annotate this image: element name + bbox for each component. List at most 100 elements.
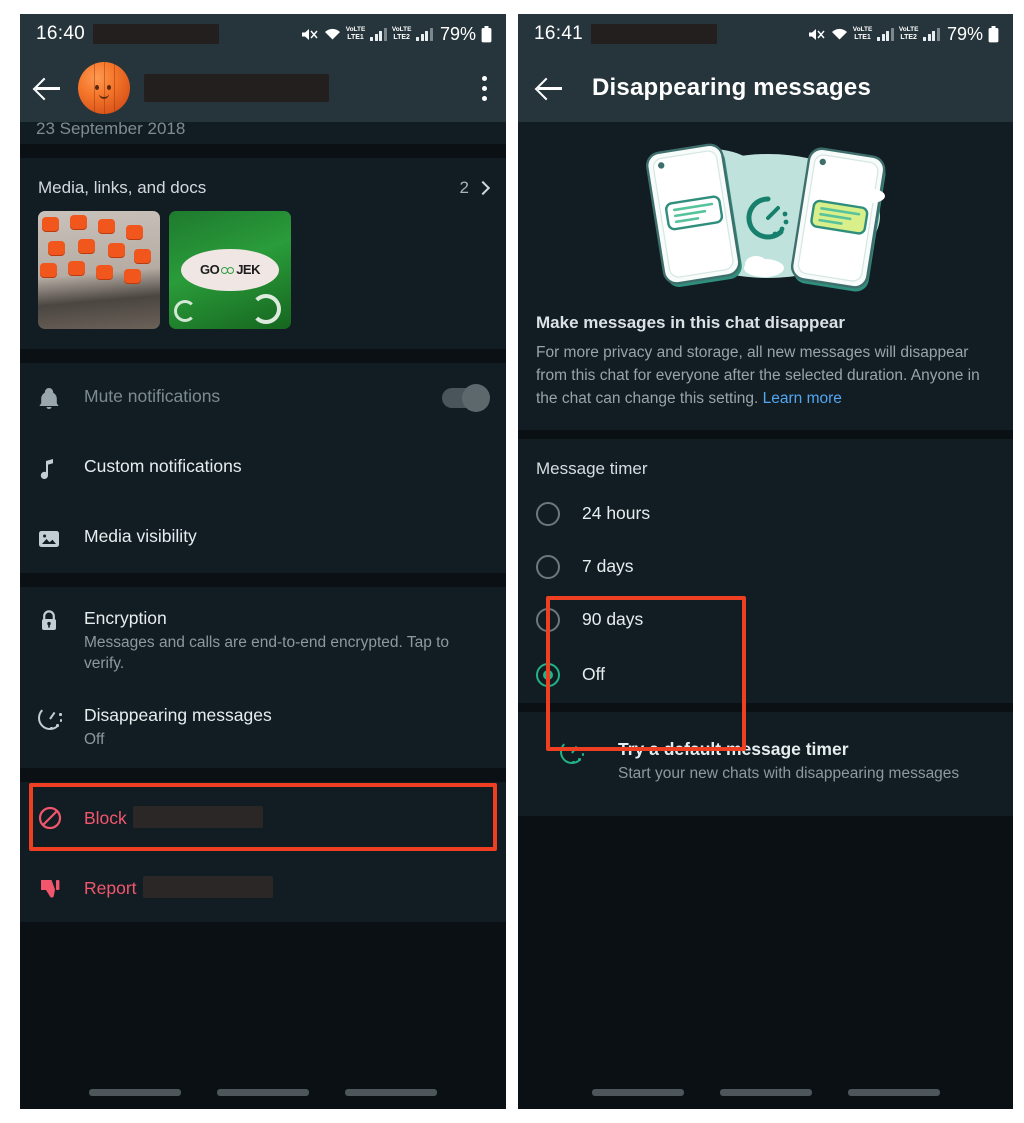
option-label: 7 days — [582, 556, 634, 576]
privacy-card: Encryption Messages and calls are end-to… — [20, 587, 506, 768]
kebab-menu-icon[interactable] — [482, 75, 488, 101]
section-gap — [20, 349, 506, 363]
timer-icon — [38, 704, 84, 730]
wifi-icon — [324, 27, 341, 41]
thumb-text-jek: JEK — [236, 262, 260, 278]
message-timer-section-title: Message timer — [536, 459, 648, 478]
mute-notifications-toggle[interactable] — [442, 384, 490, 412]
row-title: Encryption — [84, 608, 167, 628]
row-custom-notifications[interactable]: Custom notifications — [20, 433, 506, 503]
row-disappearing-messages[interactable]: Disappearing messages Off — [20, 688, 506, 768]
media-thumbnails: GO JEK — [20, 198, 506, 349]
battery-percent: 79% — [946, 23, 983, 44]
row-title: Block — [84, 805, 488, 829]
notifications-card: Mute notifications Custom notifications — [20, 363, 506, 573]
lock-icon — [38, 607, 84, 633]
back-arrow-icon[interactable] — [34, 73, 64, 103]
contact-name-redacted — [144, 74, 329, 102]
row-default-message-timer[interactable]: Try a default message timer Start your n… — [518, 712, 1013, 810]
nav-pill-home[interactable] — [217, 1088, 309, 1096]
battery-icon — [481, 25, 492, 43]
radio-button[interactable] — [536, 607, 560, 632]
nav-pill-recents[interactable] — [591, 1088, 684, 1096]
hero-card: Make messages in this chat disappear For… — [518, 122, 1013, 430]
left-phone-screen: 16:40 VoLTE LTE1 VoLTE LTE2 79% 23 Septe… — [20, 14, 506, 1109]
nav-bar-left — [20, 1075, 506, 1109]
row-title: Try a default message timer — [618, 739, 849, 759]
scrolled-date-label: 23 September 2018 — [20, 122, 506, 144]
row-media-visibility[interactable]: Media visibility — [20, 503, 506, 573]
redaction-block — [142, 875, 273, 898]
blurb: Make messages in this chat disappear For… — [518, 307, 1013, 430]
row-report-contact[interactable]: Report — [20, 852, 506, 922]
default-timer-card: Try a default message timer Start your n… — [518, 712, 1013, 816]
app-bar-right: Disappearing messages — [518, 54, 1013, 122]
media-count: 2 — [459, 178, 469, 197]
row-title: Media visibility — [84, 526, 197, 546]
danger-card: Block Report — [20, 782, 506, 922]
bell-icon — [38, 385, 84, 411]
radio-button-selected[interactable] — [536, 662, 560, 687]
row-block-contact[interactable]: Block — [20, 782, 506, 852]
section-gap — [518, 703, 1013, 712]
thumb-text-go: GO — [199, 262, 220, 278]
option-label: Off — [582, 664, 606, 684]
option-off[interactable]: Off — [518, 646, 1013, 703]
row-title: Custom notifications — [84, 456, 242, 476]
option-label: 90 days — [582, 609, 644, 629]
volte-lte2-icon: VoLTE LTE2 — [898, 26, 919, 41]
left-content: 23 September 2018 Media, links, and docs… — [20, 122, 506, 1109]
message-timer-card: Message timer 24 hours 7 days 90 days Of… — [518, 439, 1013, 703]
nav-pill-home[interactable] — [719, 1088, 812, 1096]
two-phones-with-timer-illustration — [518, 122, 1013, 307]
radio-button[interactable] — [536, 554, 560, 579]
option-7-days[interactable]: 7 days — [518, 540, 1013, 593]
image-icon — [38, 525, 84, 551]
wifi-icon — [831, 27, 848, 41]
status-redaction-block — [93, 24, 220, 44]
row-encryption[interactable]: Encryption Messages and calls are end-to… — [20, 587, 506, 688]
mute-icon — [808, 27, 826, 42]
media-label: Media, links, and docs — [38, 178, 207, 197]
app-bar-left — [20, 54, 506, 122]
nav-pill-back[interactable] — [847, 1088, 940, 1096]
nav-pill-recents[interactable] — [89, 1088, 181, 1096]
block-icon — [38, 804, 84, 830]
status-time: 16:40 — [36, 23, 86, 44]
back-arrow-icon[interactable] — [536, 73, 566, 103]
option-24-hours[interactable]: 24 hours — [518, 487, 1013, 540]
row-title: Mute notifications — [84, 386, 221, 406]
blurb-heading: Make messages in this chat disappear — [536, 313, 845, 332]
media-card: Media, links, and docs 2 GO JEK — [20, 158, 506, 349]
signal-bars-2-icon — [923, 27, 940, 41]
option-90-days[interactable]: 90 days — [518, 593, 1013, 646]
row-title: Report — [84, 875, 488, 899]
radio-button[interactable] — [536, 501, 560, 526]
avatar[interactable] — [78, 62, 130, 114]
signal-bars-1-icon — [877, 27, 894, 41]
status-bar-left: 16:40 VoLTE LTE1 VoLTE LTE2 79% — [20, 14, 506, 54]
status-redaction-block — [591, 24, 718, 44]
status-time: 16:41 — [534, 23, 584, 44]
row-subtitle: Messages and calls are end-to-end encryp… — [84, 634, 450, 672]
learn-more-link[interactable]: Learn more — [763, 390, 842, 407]
row-subtitle: Off — [84, 731, 105, 748]
row-mute-notifications[interactable]: Mute notifications — [20, 363, 506, 433]
media-thumbnail[interactable]: GO JEK — [169, 211, 291, 329]
option-label: 24 hours — [582, 503, 651, 523]
battery-percent: 79% — [439, 23, 476, 44]
page-title: Disappearing messages — [592, 74, 871, 101]
volte-lte1-icon: VoLTE LTE1 — [345, 26, 366, 41]
section-gap — [20, 573, 506, 587]
mute-icon — [301, 27, 319, 42]
screenshot-stage: 16:40 VoLTE LTE1 VoLTE LTE2 79% 23 Septe… — [0, 0, 1024, 1123]
nav-pill-back[interactable] — [345, 1088, 437, 1096]
section-gap — [518, 430, 1013, 439]
motorbike-icon — [221, 265, 235, 275]
timer-icon — [560, 738, 606, 764]
media-thumbnail[interactable] — [38, 211, 160, 329]
section-gap — [20, 144, 506, 158]
media-header[interactable]: Media, links, and docs 2 — [20, 158, 506, 198]
nav-bar-right — [518, 1075, 1013, 1109]
thumbs-down-icon — [38, 874, 84, 900]
